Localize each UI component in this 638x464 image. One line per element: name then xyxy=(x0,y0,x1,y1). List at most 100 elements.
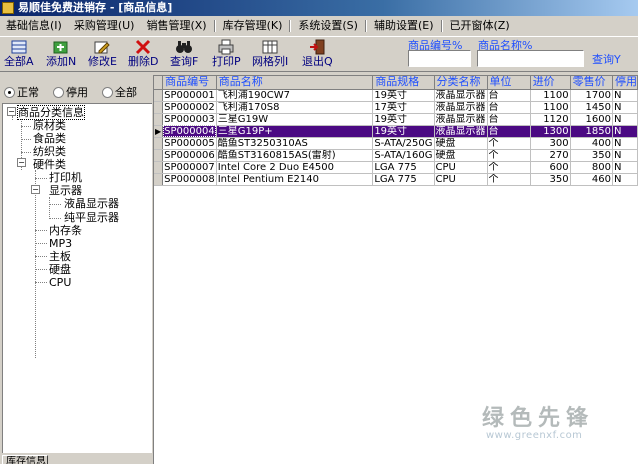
cell-cost[interactable]: 1120 xyxy=(530,113,571,126)
filter-normal-radio[interactable]: 正常 xyxy=(4,84,39,100)
tree-node-disk[interactable]: 硬盘 xyxy=(49,263,71,276)
cell-code[interactable]: SP000003 xyxy=(162,113,217,126)
cell-name[interactable]: 酷鱼ST3250310AS xyxy=(216,137,374,150)
cell-cost[interactable]: 1100 xyxy=(530,89,571,102)
cell-unit[interactable]: 台 xyxy=(487,113,531,126)
collapse-toggle-icon[interactable]: − xyxy=(7,107,16,116)
column-header-name[interactable]: 商品名称 xyxy=(216,76,374,90)
column-header-disabled[interactable]: 停用 xyxy=(612,76,638,90)
cell-price[interactable]: 1600 xyxy=(570,113,613,126)
cell-unit[interactable]: 个 xyxy=(487,149,531,162)
collapse-toggle-icon[interactable]: − xyxy=(17,158,26,167)
cell-disabled[interactable]: N xyxy=(612,113,638,126)
cell-category[interactable]: 硬盘 xyxy=(434,149,488,162)
tree-node-root[interactable]: 商品分类信息 xyxy=(17,105,85,120)
tree-node-cpu[interactable]: CPU xyxy=(49,276,71,289)
delete-button[interactable]: 删除D xyxy=(128,39,158,71)
product-code-search-input[interactable] xyxy=(408,50,471,67)
cell-price[interactable]: 1700 xyxy=(570,89,613,102)
table-row[interactable]: SP000002 飞利浦170S8 17英寸 液晶显示器台 1100 1450 N xyxy=(154,101,638,114)
cell-name[interactable]: Intel Pentium E2140 xyxy=(216,173,374,186)
cell-category[interactable]: CPU xyxy=(434,161,488,174)
cell-spec[interactable]: LGA 775 xyxy=(372,161,435,174)
cell-price[interactable]: 1850 xyxy=(570,125,613,138)
cell-price[interactable]: 400 xyxy=(570,137,613,150)
cell-category[interactable]: CPU xyxy=(434,173,488,186)
cell-price[interactable]: 1450 xyxy=(570,101,613,114)
cell-unit[interactable]: 台 xyxy=(487,89,531,102)
tree-node-food[interactable]: 食品类 xyxy=(33,132,66,145)
cell-spec[interactable]: LGA 775 xyxy=(372,173,435,186)
cell-code[interactable]: SP000006 xyxy=(162,149,217,162)
cell-code[interactable]: SP000001 xyxy=(162,89,217,102)
menu-sales[interactable]: 销售管理(X) xyxy=(140,16,212,35)
tree-node-printer[interactable]: 打印机 xyxy=(49,171,82,184)
row-indicator[interactable] xyxy=(154,89,164,102)
row-indicator[interactable] xyxy=(154,137,164,150)
column-header-code[interactable]: 商品编号 xyxy=(162,76,217,90)
collapse-toggle-icon[interactable]: − xyxy=(31,185,40,194)
cell-unit[interactable]: 个 xyxy=(487,137,531,150)
cell-name[interactable]: 酷鱼ST3160815AS(雷射) xyxy=(216,149,374,162)
cell-spec[interactable]: 17英寸 xyxy=(372,101,435,114)
cell-disabled[interactable]: N xyxy=(612,161,638,174)
tree-node-crt[interactable]: 纯平显示器 xyxy=(64,211,119,224)
row-indicator[interactable] xyxy=(154,113,164,126)
inventory-info-tab[interactable]: 库存信息 xyxy=(2,455,48,464)
cell-category[interactable]: 液晶显示器 xyxy=(434,113,488,126)
cell-spec[interactable]: S-ATA/250G xyxy=(372,137,435,150)
tree-node-lcd[interactable]: 液晶显示器 xyxy=(64,197,119,210)
table-row[interactable]: ▶ SP000004 三星G19P+ 19英寸 液晶显示器台 1300 1850 N xyxy=(154,125,638,138)
cell-spec[interactable]: 19英寸 xyxy=(372,89,435,102)
cell-code[interactable]: SP000005 xyxy=(162,137,217,150)
filter-disabled-radio[interactable]: 停用 xyxy=(53,84,88,100)
column-header-spec[interactable]: 商品规格 xyxy=(372,76,435,90)
filter-all-radio[interactable]: 全部 xyxy=(102,84,137,100)
cell-disabled[interactable]: N xyxy=(612,137,638,150)
cell-cost[interactable]: 600 xyxy=(530,161,571,174)
menu-purchase[interactable]: 采购管理(U) xyxy=(68,16,141,35)
cell-cost[interactable]: 300 xyxy=(530,137,571,150)
cell-cost[interactable]: 350 xyxy=(530,173,571,186)
column-header-unit[interactable]: 单位 xyxy=(487,76,531,90)
cell-category[interactable]: 液晶显示器 xyxy=(434,101,488,114)
edit-button[interactable]: 修改E xyxy=(88,39,117,71)
cell-spec[interactable]: 19英寸 xyxy=(372,113,435,126)
tree-node-board[interactable]: 主板 xyxy=(49,250,71,263)
row-indicator[interactable] xyxy=(154,149,164,162)
cell-category[interactable]: 液晶显示器 xyxy=(434,125,488,138)
menu-aux-settings[interactable]: 辅助设置(E) xyxy=(368,16,440,35)
cell-disabled[interactable]: N xyxy=(612,149,638,162)
cell-price[interactable]: 460 xyxy=(570,173,613,186)
cell-name[interactable]: Intel Core 2 Duo E4500 xyxy=(216,161,374,174)
cell-unit[interactable]: 台 xyxy=(487,125,531,138)
add-button[interactable]: 添加N xyxy=(46,39,76,71)
tree-node-textile[interactable]: 纺织类 xyxy=(33,145,66,158)
product-name-search-input[interactable] xyxy=(477,50,584,67)
cell-disabled[interactable]: N xyxy=(612,125,638,138)
cell-code[interactable]: SP000002 xyxy=(162,101,217,114)
grid-columns-button[interactable]: 网格列I xyxy=(252,39,288,71)
tree-node-memory[interactable]: 内存条 xyxy=(49,224,82,237)
cell-cost[interactable]: 1300 xyxy=(530,125,571,138)
cell-spec[interactable]: 19英寸 xyxy=(372,125,435,138)
menu-open-windows[interactable]: 已开窗体(Z) xyxy=(444,16,516,35)
cell-cost[interactable]: 270 xyxy=(530,149,571,162)
tree-node-mp3[interactable]: MP3 xyxy=(49,237,72,250)
cell-spec[interactable]: S-ATA/160G xyxy=(372,149,435,162)
search-button[interactable]: 查询Y xyxy=(592,51,621,67)
cell-category[interactable]: 液晶显示器 xyxy=(434,89,488,102)
row-indicator[interactable] xyxy=(154,101,164,114)
category-tree[interactable]: − 商品分类信息 原材类 食品类 纺织类 − 硬件类 打印机 − 显示器 液晶显… xyxy=(2,103,152,453)
cell-price[interactable]: 350 xyxy=(570,149,613,162)
column-header-cost[interactable]: 进价 xyxy=(530,76,571,90)
query-button[interactable]: 查询F xyxy=(170,39,198,71)
cell-unit[interactable]: 个 xyxy=(487,173,531,186)
table-row[interactable]: SP000006 酷鱼ST3160815AS(雷射) S-ATA/160G 硬盘个 27… xyxy=(154,149,638,162)
cell-disabled[interactable]: N xyxy=(612,173,638,186)
cell-cost[interactable]: 1100 xyxy=(530,101,571,114)
row-indicator[interactable] xyxy=(154,173,164,186)
print-button[interactable]: 打印P xyxy=(212,39,241,71)
cell-name[interactable]: 飞利浦170S8 xyxy=(216,101,374,114)
cell-code[interactable]: SP000004 xyxy=(162,125,217,138)
